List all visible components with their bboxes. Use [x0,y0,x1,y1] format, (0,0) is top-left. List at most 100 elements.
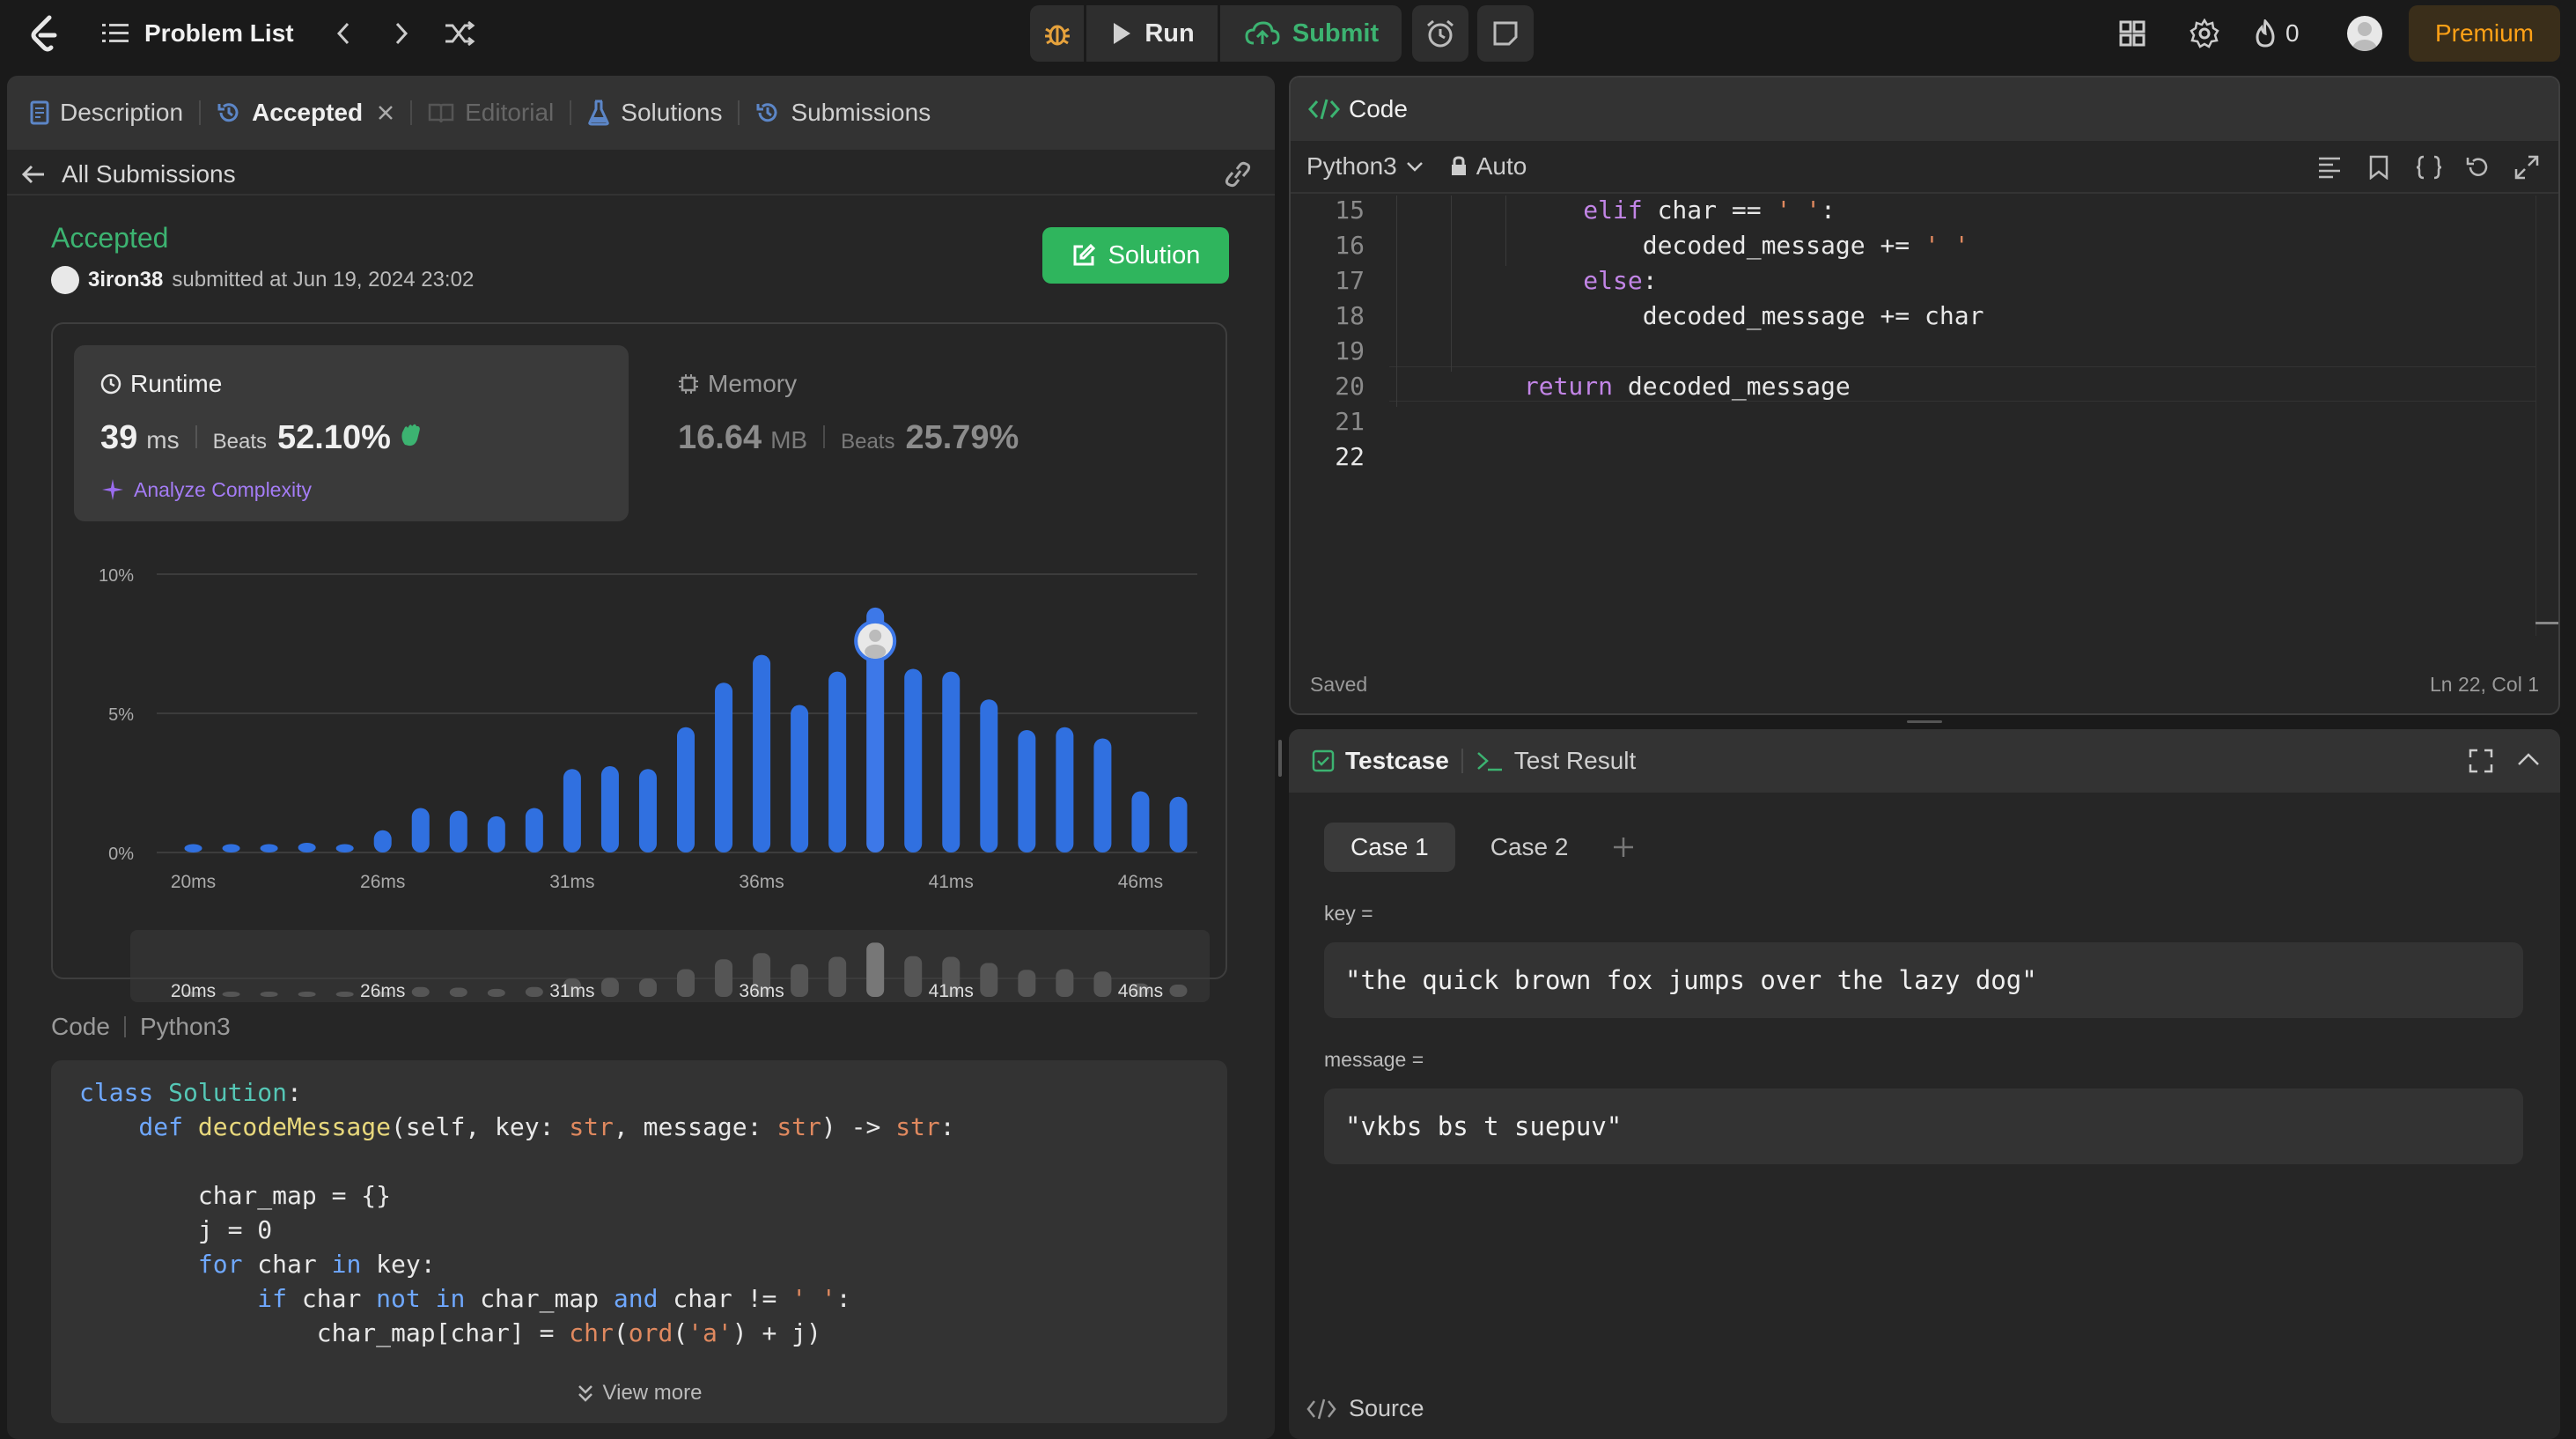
notes-button[interactable] [1477,5,1534,62]
collapse-icon[interactable] [2516,750,2541,768]
close-tab-icon[interactable] [377,104,394,122]
next-problem-icon[interactable] [384,16,419,51]
auto-mode-toggle[interactable]: Auto [1450,152,1527,181]
overview-tick-label: 20ms [171,981,216,1001]
code-icon [1308,99,1340,120]
cloud-upload-icon [1245,21,1280,45]
analyze-complexity-link[interactable]: Analyze Complexity [100,477,312,502]
tab-testcase[interactable]: Testcase [1312,747,1449,775]
tab-case-2[interactable]: Case 2 [1464,823,1595,872]
code-section-header: Code Python3 [51,1013,231,1041]
line-number: 21 [1335,407,1365,436]
run-button[interactable]: Run [1088,5,1220,62]
all-submissions-link[interactable]: All Submissions [21,151,236,197]
editor-scrollbar[interactable] [2536,196,2558,636]
editor-toolbar: Python3 Auto [1291,141,2558,194]
expand-icon[interactable] [2514,155,2539,180]
bookmark-icon[interactable] [2368,155,2389,180]
tab-description[interactable]: Description [30,99,183,127]
prev-problem-icon[interactable] [326,16,361,51]
x-tick-label: 31ms [549,872,594,892]
premium-button[interactable]: Premium [2409,5,2560,62]
line-number: 15 [1335,196,1365,225]
x-tick-label: 20ms [171,872,216,892]
y-tick-label: 5% [108,705,134,725]
submitted-code-block[interactable]: View more class Solution: def decodeMess… [51,1060,1227,1423]
tab-case-1[interactable]: Case 1 [1324,823,1455,872]
language-selector[interactable]: Python3 [1306,152,1424,181]
overview-bar [677,969,695,997]
runtime-unit: ms [146,426,180,454]
tab-test-result[interactable]: Test Result [1476,747,1636,775]
fullscreen-icon[interactable] [2469,749,2493,773]
username[interactable]: 3iron38 [88,268,163,292]
format-icon[interactable] [2317,155,2342,180]
code-line: if char not in char_map and char != ' ': [79,1284,851,1313]
submission-status: Accepted [51,222,169,254]
avatar[interactable] [2347,16,2382,51]
code-editor-area[interactable]: 15 16 17 18 19 20 21 22 elif char == ' ': decod… [1291,196,2558,636]
cursor-position: Ln 22, Col 1 [2429,673,2539,696]
editor-title: Code [1349,95,1408,122]
tab-solutions[interactable]: Solutions [587,99,722,127]
chart-bar [1093,738,1112,852]
streak-counter[interactable]: 0 [2254,16,2300,51]
submit-button[interactable]: Submit [1222,5,1402,62]
tab-submissions[interactable]: Submissions [755,99,931,127]
checkbox-icon [1312,749,1335,772]
code-line: for char in key: [79,1250,436,1279]
terminal-icon [1476,752,1502,771]
highlight-marker-body [865,644,887,659]
tab-editorial[interactable]: Editorial [428,99,554,127]
problem-list-button[interactable]: Problem List [102,16,294,51]
braces-icon[interactable] [2416,155,2442,180]
tab-accepted[interactable]: Accepted [217,99,394,127]
overview-tick-label: 26ms [360,981,405,1001]
editor-line: else: [1405,266,1658,295]
leetcode-logo[interactable] [25,12,67,55]
beats-label: Beats [212,430,267,454]
debug-button[interactable] [1030,5,1086,62]
message-input[interactable]: "vkbs bs t suepuv" [1324,1088,2523,1164]
memory-box[interactable]: Memory 16.64 MB Beats 25.79% [651,345,1180,521]
code-line: class Solution: [79,1078,302,1107]
message-label: message = [1324,1048,1424,1071]
arrow-left-icon [21,165,44,184]
editor-line: decoded_message += char [1405,301,1984,330]
edit-icon [1073,243,1095,266]
vertical-resize-handle[interactable] [1278,740,1282,777]
book-icon [428,103,454,123]
shuffle-icon[interactable] [440,16,479,51]
settings-gear-icon[interactable] [2185,16,2224,51]
runtime-box[interactable]: Runtime 39 ms Beats 52.10% Analyze Compl… [74,345,629,521]
note-icon [1493,21,1518,46]
chart-bar [335,844,354,852]
solution-button[interactable]: Solution [1042,227,1229,284]
overview-tick-label: 31ms [549,981,594,1001]
x-tick-label: 41ms [929,872,974,892]
chart-bar [563,769,581,852]
line-number: 22 [1335,442,1365,471]
horizontal-resize-handle[interactable] [1907,720,1942,723]
memory-beats: 25.79% [905,419,1019,456]
runtime-beats: 52.10% [276,419,391,456]
add-case-icon[interactable] [1612,836,1635,859]
chip-icon [679,374,698,394]
layout-icon[interactable] [2113,16,2152,51]
code-language: Python3 [139,1013,231,1040]
reset-icon[interactable] [2465,155,2490,180]
source-link[interactable]: Source [1306,1395,1424,1422]
overview-bar [1018,970,1036,997]
overview-tick-label: 41ms [929,981,974,1001]
code-editor-panel: Code Python3 Auto 15 16 17 18 19 20 21 22 elif … [1289,76,2560,715]
list-icon [102,21,130,46]
lock-icon [1451,156,1466,175]
timer-button[interactable] [1412,5,1468,62]
chart-bar [449,810,467,852]
y-tick-label: 0% [108,845,134,864]
runtime-distribution-chart[interactable]: 10% 5% 0% 20ms 20ms 26ms 26ms 31ms 31ms 36ms 36ms 4… [53,535,1229,1002]
editor-line: decoded_message += ' ' [1405,231,1969,260]
view-more-button[interactable]: View more [51,1381,1227,1406]
key-input[interactable]: "the quick brown fox jumps over the lazy… [1324,942,2523,1018]
copy-link-icon[interactable] [1222,160,1254,188]
